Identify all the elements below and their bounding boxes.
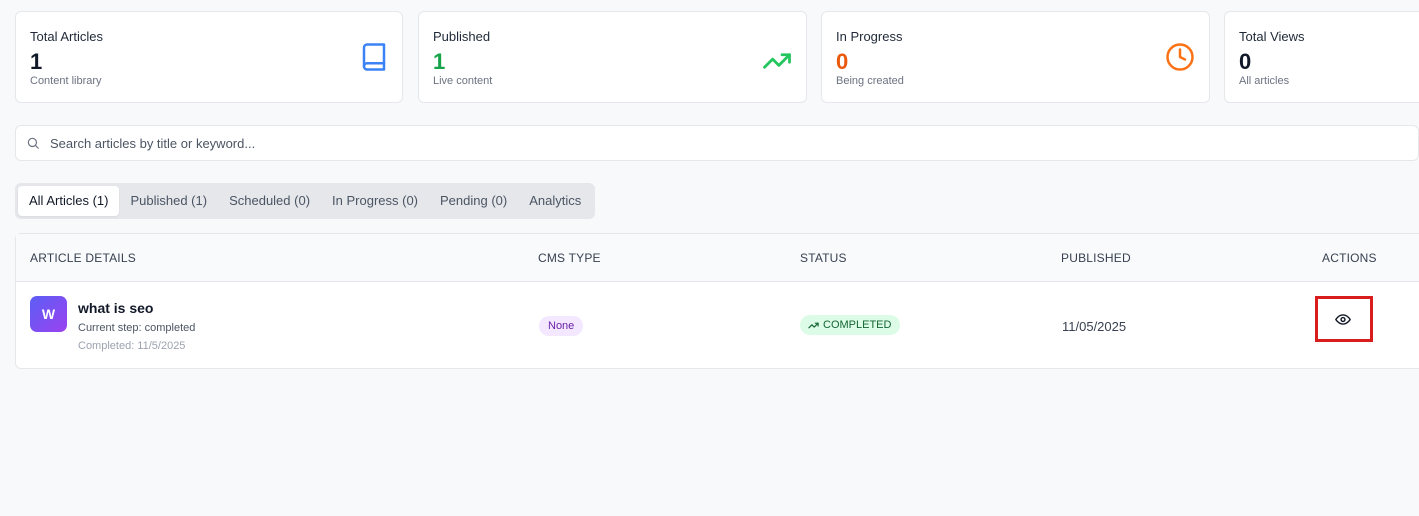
tab-all-articles[interactable]: All Articles (1): [18, 186, 120, 216]
search-input[interactable]: [50, 126, 1350, 160]
stat-subtitle: Content library: [30, 75, 102, 87]
stat-title: In Progress: [836, 29, 903, 44]
column-header-cms-type: CMS TYPE: [538, 251, 601, 265]
stat-title: Total Articles: [30, 29, 103, 44]
stat-value: 1: [433, 49, 446, 74]
clock-icon: [1166, 43, 1194, 71]
article-current-step: Current step: completed: [78, 322, 196, 334]
stat-card-published: Published 1 Live content: [418, 11, 807, 103]
stat-value: 1: [30, 49, 43, 74]
article-tabs: All Articles (1) Published (1) Scheduled…: [15, 183, 596, 219]
cms-type-badge: None: [539, 316, 584, 336]
stat-subtitle: Live content: [433, 75, 493, 87]
search-bar: [15, 125, 1419, 161]
stat-subtitle: Being created: [836, 75, 904, 87]
column-header-status: STATUS: [800, 251, 847, 265]
column-header-published: PUBLISHED: [1061, 251, 1131, 265]
tab-analytics[interactable]: Analytics: [518, 186, 592, 216]
stat-card-total-articles: Total Articles 1 Content library: [15, 11, 403, 103]
stat-value: 0: [1239, 49, 1252, 74]
article-completed-date: Completed: 11/5/2025: [78, 340, 186, 352]
tab-published[interactable]: Published (1): [119, 186, 218, 216]
view-article-button[interactable]: [1315, 296, 1373, 342]
stat-value: 0: [836, 49, 849, 74]
article-title: what is seo: [78, 300, 154, 316]
trending-up-icon: [763, 53, 791, 69]
status-label: COMPLETED: [823, 319, 892, 331]
stat-card-in-progress: In Progress 0 Being created: [821, 11, 1210, 103]
search-icon: [27, 137, 39, 149]
stat-card-total-views: Total Views 0 All articles: [1224, 11, 1419, 103]
articles-table: ARTICLE DETAILS CMS TYPE STATUS PUBLISHE…: [15, 233, 1419, 369]
table-row: W what is seo Current step: completed Co…: [16, 282, 1419, 369]
table-header: ARTICLE DETAILS CMS TYPE STATUS PUBLISHE…: [16, 234, 1419, 282]
stat-subtitle: All articles: [1239, 75, 1290, 87]
eye-icon: [1335, 314, 1351, 325]
book-icon: [362, 43, 386, 71]
stat-title: Total Views: [1239, 29, 1305, 44]
tab-pending[interactable]: Pending (0): [429, 186, 518, 216]
tab-in-progress[interactable]: In Progress (0): [321, 186, 429, 216]
published-date: 11/05/2025: [1062, 319, 1127, 334]
stat-title: Published: [433, 29, 491, 44]
status-badge: COMPLETED: [800, 315, 901, 335]
article-avatar: W: [30, 296, 67, 332]
column-header-article-details: ARTICLE DETAILS: [30, 251, 136, 265]
tab-scheduled[interactable]: Scheduled (0): [218, 186, 321, 216]
column-header-actions: ACTIONS: [1322, 251, 1377, 265]
trending-up-icon: [808, 322, 819, 328]
